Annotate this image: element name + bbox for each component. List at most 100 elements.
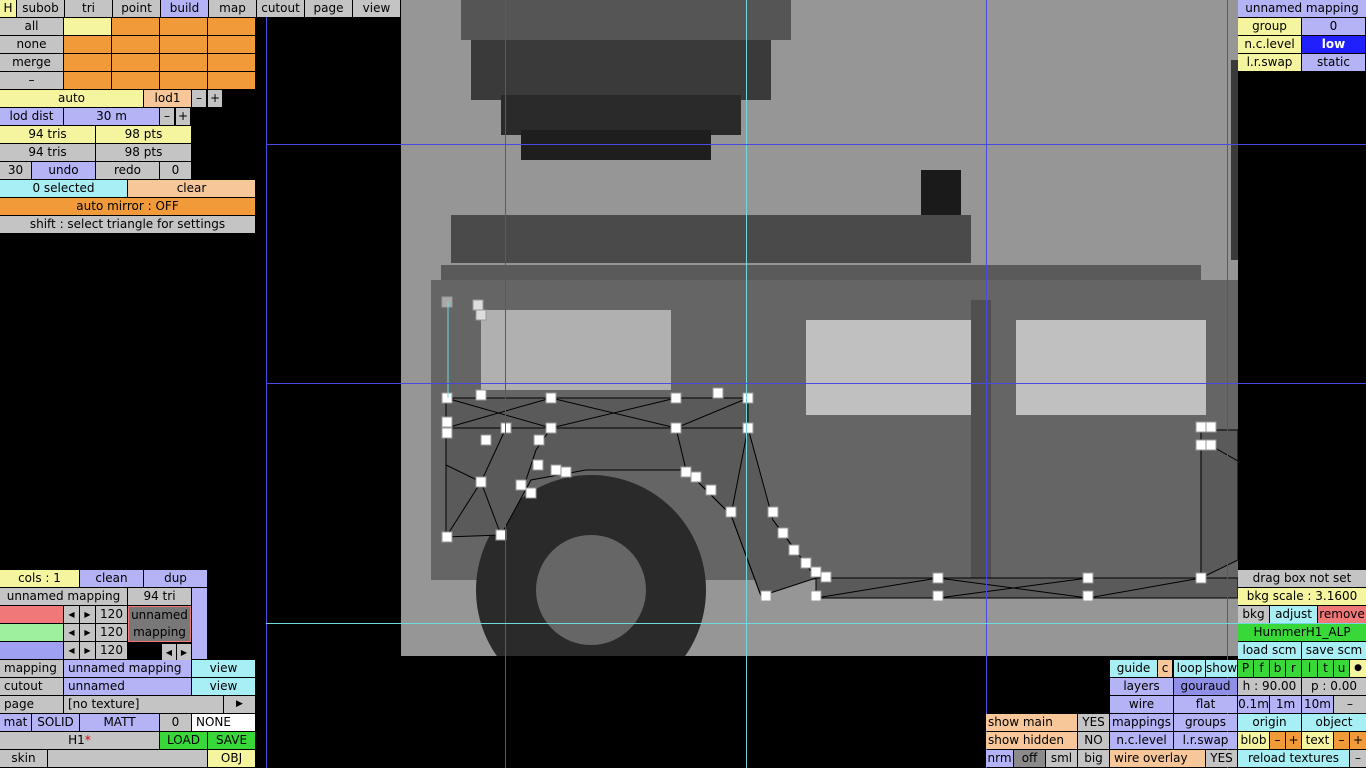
step-minus[interactable]: – bbox=[1334, 696, 1366, 713]
show-main-value[interactable]: YES bbox=[1078, 714, 1109, 731]
show-hidden-value[interactable]: NO bbox=[1078, 732, 1109, 749]
select-all-button[interactable]: all bbox=[0, 18, 63, 35]
page-selector[interactable]: [no texture] bbox=[64, 696, 223, 713]
group-swatch[interactable] bbox=[208, 72, 255, 89]
auto-lod-button[interactable]: auto bbox=[0, 90, 143, 107]
solid-button[interactable]: SOLID bbox=[32, 714, 79, 731]
red-right-arrow[interactable]: ▶ bbox=[80, 606, 95, 623]
tab-cutout[interactable]: cutout bbox=[257, 0, 304, 17]
lod-button[interactable]: lod1 bbox=[144, 90, 191, 107]
clean-button[interactable]: clean bbox=[80, 570, 143, 587]
gouraud-button[interactable]: gouraud bbox=[1174, 678, 1237, 695]
mappings-button[interactable]: mappings bbox=[1110, 714, 1173, 731]
blue-slider[interactable] bbox=[0, 642, 63, 659]
lod-dist-minus-button[interactable]: – bbox=[160, 108, 174, 125]
sml-button[interactable]: sml bbox=[1046, 750, 1077, 767]
dash-button[interactable]: – bbox=[0, 72, 63, 89]
save-button[interactable]: SAVE bbox=[208, 732, 255, 749]
tab-point[interactable]: point bbox=[113, 0, 160, 17]
group-value[interactable]: 0 bbox=[1302, 18, 1365, 35]
lr-swap-button[interactable]: l.r.swap bbox=[1174, 732, 1237, 749]
group-swatch[interactable] bbox=[112, 18, 159, 35]
group-swatch[interactable] bbox=[160, 72, 207, 89]
off-button[interactable]: off bbox=[1014, 750, 1045, 767]
save-scm-button[interactable]: save scm bbox=[1302, 642, 1366, 659]
load-scm-button[interactable]: load scm bbox=[1238, 642, 1301, 659]
green-left-arrow[interactable]: ◀ bbox=[64, 624, 79, 641]
lod-dist-value[interactable]: 30 m bbox=[64, 108, 159, 125]
cols-button[interactable]: cols : 1 bbox=[0, 570, 79, 587]
object-button[interactable]: object bbox=[1302, 714, 1366, 731]
skin-button[interactable]: skin bbox=[0, 750, 47, 767]
text-minus[interactable]: – bbox=[1334, 732, 1349, 749]
merge-button[interactable]: merge bbox=[0, 54, 63, 71]
lod-minus-button[interactable]: – bbox=[192, 90, 206, 107]
reload-textures-button[interactable]: reload textures bbox=[1238, 750, 1349, 767]
text-plus[interactable]: + bbox=[1350, 732, 1366, 749]
dup-button[interactable]: dup bbox=[144, 570, 207, 587]
heading-value[interactable]: h : 90.00 bbox=[1238, 678, 1301, 695]
view-f-button[interactable]: f bbox=[1254, 660, 1269, 677]
group-swatch[interactable] bbox=[64, 36, 111, 53]
view-l-button[interactable]: l bbox=[1302, 660, 1317, 677]
view-p-button[interactable]: P bbox=[1238, 660, 1253, 677]
group-swatch[interactable] bbox=[208, 18, 255, 35]
skin-field[interactable] bbox=[48, 750, 207, 767]
green-right-arrow[interactable]: ▶ bbox=[80, 624, 95, 641]
mapping-preview[interactable]: unnamed mapping bbox=[128, 606, 191, 642]
wire-overlay-toggle[interactable]: wire overlay bbox=[1110, 750, 1205, 767]
group-swatch[interactable] bbox=[160, 18, 207, 35]
lod-plus-button[interactable]: + bbox=[208, 90, 222, 107]
page-next-arrow[interactable]: ▶ bbox=[224, 696, 255, 713]
tab-build[interactable]: build bbox=[161, 0, 208, 17]
mapping-scrollbar[interactable] bbox=[192, 588, 207, 659]
green-slider[interactable] bbox=[0, 624, 63, 641]
tab-map[interactable]: map bbox=[209, 0, 256, 17]
big-button[interactable]: big bbox=[1078, 750, 1109, 767]
show-hidden-toggle[interactable]: show hidden bbox=[986, 732, 1077, 749]
redo-button[interactable]: redo bbox=[96, 162, 159, 179]
tab-tri[interactable]: tri bbox=[65, 0, 112, 17]
red-left-arrow[interactable]: ◀ bbox=[64, 606, 79, 623]
blob-minus[interactable]: – bbox=[1270, 732, 1285, 749]
nc-level-button[interactable]: n.c.level bbox=[1110, 732, 1173, 749]
pitch-value[interactable]: p : 0.00 bbox=[1302, 678, 1366, 695]
flat-button[interactable]: flat bbox=[1174, 696, 1237, 713]
clear-button[interactable]: clear bbox=[128, 180, 255, 197]
nrm-button[interactable]: nrm bbox=[986, 750, 1013, 767]
show-button[interactable]: show bbox=[1206, 660, 1237, 677]
tab-view[interactable]: view bbox=[353, 0, 400, 17]
nc-level-value[interactable]: low bbox=[1302, 36, 1365, 53]
group-swatch[interactable] bbox=[64, 72, 111, 89]
group-swatch[interactable] bbox=[112, 54, 159, 71]
group-swatch[interactable] bbox=[112, 72, 159, 89]
view-u-button[interactable]: u bbox=[1334, 660, 1349, 677]
view-t-button[interactable]: t bbox=[1318, 660, 1333, 677]
guide-button[interactable]: guide bbox=[1110, 660, 1157, 677]
tab-page[interactable]: page bbox=[305, 0, 352, 17]
show-main-toggle[interactable]: show main bbox=[986, 714, 1077, 731]
group-swatch[interactable] bbox=[64, 18, 111, 35]
remove-button[interactable]: remove bbox=[1318, 606, 1366, 623]
auto-mirror-toggle[interactable]: auto mirror : OFF bbox=[0, 198, 255, 215]
group-swatch[interactable] bbox=[112, 36, 159, 53]
tab-subob[interactable]: subob bbox=[17, 0, 64, 17]
matt-button[interactable]: MATT bbox=[80, 714, 159, 731]
loop-button[interactable]: loop bbox=[1174, 660, 1205, 677]
c-button[interactable]: c bbox=[1158, 660, 1172, 677]
tab-h[interactable]: H bbox=[0, 0, 16, 17]
adjust-button[interactable]: adjust bbox=[1270, 606, 1317, 623]
view-b-button[interactable]: b bbox=[1270, 660, 1285, 677]
cutout-view-button[interactable]: view bbox=[192, 678, 255, 695]
step-0-1m[interactable]: 0.1m bbox=[1238, 696, 1269, 713]
group-swatch[interactable] bbox=[64, 54, 111, 71]
blob-plus[interactable]: + bbox=[1286, 732, 1301, 749]
preview-right-arrow[interactable]: ▶ bbox=[177, 644, 191, 661]
cutout-selector[interactable]: unnamed bbox=[64, 678, 191, 695]
layers-button[interactable]: layers bbox=[1110, 678, 1173, 695]
view-r-button[interactable]: r bbox=[1286, 660, 1301, 677]
undo-button[interactable]: undo bbox=[32, 162, 95, 179]
blue-right-arrow[interactable]: ▶ bbox=[80, 642, 95, 659]
step-10m[interactable]: 10m bbox=[1302, 696, 1333, 713]
none-field[interactable]: NONE bbox=[192, 714, 255, 731]
